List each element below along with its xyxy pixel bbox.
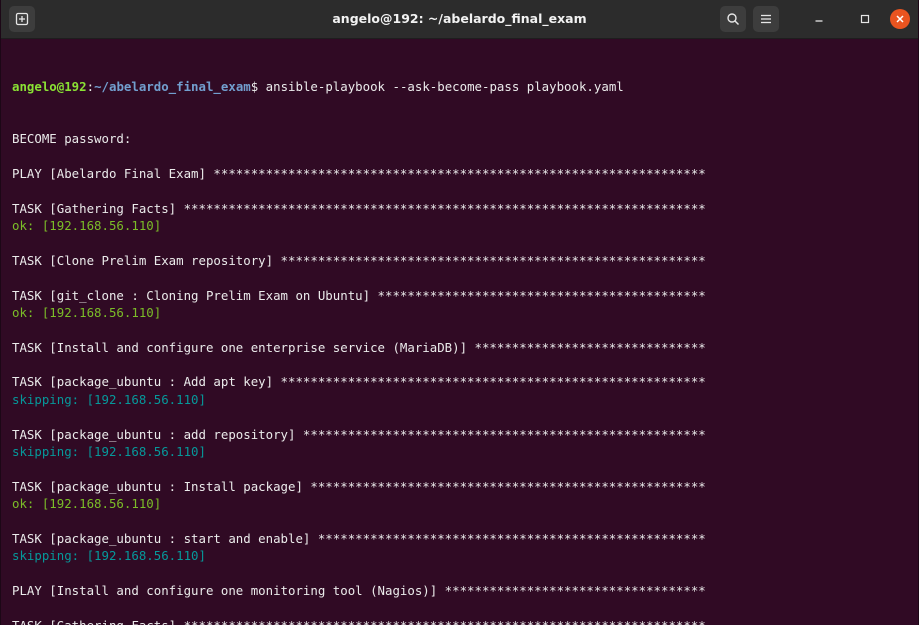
task-status-ok: ok: [192.168.56.110]	[12, 217, 162, 233]
command-prompt-line: angelo@192:~/abelardo_final_exam$ ansibl…	[12, 78, 918, 95]
task-header: TASK [Install and configure one enterpri…	[12, 339, 706, 355]
terminal-output[interactable]: angelo@192:~/abelardo_final_exam$ ansibl…	[1, 39, 918, 625]
terminal-window: angelo@192: ~/abelardo_final_exam angelo…	[0, 0, 919, 625]
prompt-user-host: angelo@192	[12, 78, 87, 94]
task-header: TASK [git_clone : Cloning Prelim Exam on…	[12, 287, 706, 303]
search-icon	[727, 13, 740, 26]
close-button[interactable]	[890, 9, 910, 29]
prompt-path: ~/abelardo_final_exam	[94, 78, 251, 94]
task-header: TASK [Clone Prelim Exam repository] ****…	[12, 252, 706, 268]
task-header: TASK [package_ubuntu : add repository] *…	[12, 426, 706, 442]
minimize-button[interactable]	[809, 9, 829, 29]
menu-button[interactable]	[753, 6, 779, 32]
maximize-icon	[860, 14, 870, 24]
minimize-icon	[815, 20, 823, 22]
play-header: PLAY [Abelardo Final Exam] *************…	[12, 165, 706, 181]
play-header: PLAY [Install and configure one monitori…	[12, 583, 706, 599]
close-icon	[896, 15, 904, 23]
title-bar[interactable]: angelo@192: ~/abelardo_final_exam	[1, 0, 918, 39]
prompt-separator: :	[86, 78, 95, 94]
window-title: angelo@192: ~/abelardo_final_exam	[332, 11, 587, 26]
task-status-skipping: skipping: [192.168.56.110]	[12, 391, 206, 407]
task-status-skipping: skipping: [192.168.56.110]	[12, 548, 206, 564]
task-header: TASK [package_ubuntu : Install package] …	[12, 478, 706, 494]
task-header: TASK [package_ubuntu : start and enable]…	[12, 531, 706, 546]
task-status-skipping: skipping: [192.168.56.110]	[12, 444, 206, 460]
maximize-button[interactable]	[855, 9, 875, 29]
task-status-ok: ok: [192.168.56.110]	[12, 496, 162, 512]
task-header: TASK [Gathering Facts] *****************…	[12, 617, 918, 625]
task-status-ok: ok: [192.168.56.110]	[12, 304, 162, 320]
output-lines: BECOME password: PLAY [Abelardo Final Exa…	[12, 130, 918, 625]
task-header: TASK [Gathering Facts] *****************…	[12, 200, 706, 216]
task-header: TASK [package_ubuntu : Add apt key] ****…	[12, 374, 706, 390]
output-line: BECOME password:	[12, 131, 132, 147]
prompt-command: ansible-playbook --ask-become-pass playb…	[258, 78, 624, 94]
search-button[interactable]	[720, 6, 746, 32]
hamburger-menu-icon	[761, 14, 771, 24]
